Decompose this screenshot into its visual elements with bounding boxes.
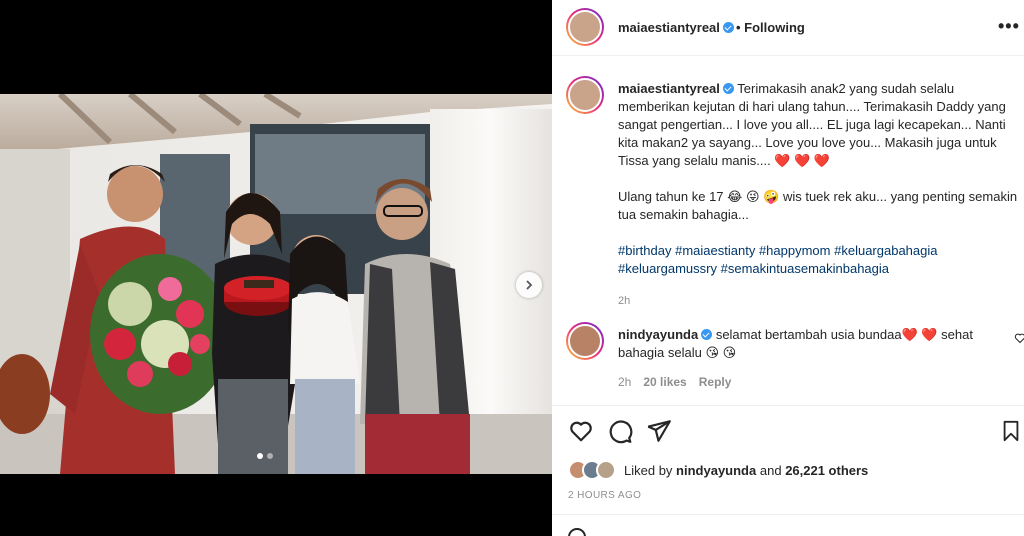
- caption-hearts: ❤️ ❤️ ❤️: [774, 153, 831, 168]
- emoji-icon[interactable]: [568, 528, 586, 536]
- hashtag-link[interactable]: #keluargamussry: [618, 261, 717, 276]
- caption-emoji: 😂 😜 🤪: [727, 189, 780, 204]
- hashtags: #birthday #maiaestianty #happymom #kelua…: [618, 242, 1020, 278]
- comment-likes[interactable]: 20 likes: [643, 375, 686, 389]
- share-icon[interactable]: [646, 418, 672, 444]
- commenter-avatar[interactable]: [566, 322, 604, 360]
- comment-reply-button[interactable]: Reply: [699, 375, 732, 389]
- verified-badge-icon: [722, 83, 734, 94]
- comment-heart-icon[interactable]: [1014, 332, 1024, 344]
- comment-text-a: selamat bertambah usia bundaa: [715, 327, 902, 342]
- caption-time: 2h: [618, 295, 631, 307]
- divider: [552, 514, 1024, 515]
- likes-middle: and: [759, 462, 782, 478]
- likes-count[interactable]: 26,221 others: [785, 463, 868, 478]
- verified-badge-icon: [701, 329, 713, 340]
- more-options-icon[interactable]: •••: [998, 16, 1020, 37]
- hashtag-link[interactable]: #happymom: [759, 243, 831, 258]
- comment-hearts: ❤️ ❤️: [901, 327, 938, 342]
- verified-badge-icon: [722, 22, 734, 33]
- heart-icon[interactable]: [568, 418, 594, 444]
- likes-user[interactable]: nindyayunda: [676, 463, 756, 478]
- author-username[interactable]: maiaestiantyreal: [618, 20, 734, 35]
- hashtag-link[interactable]: #maiaestianty: [675, 243, 755, 258]
- post-header: maiaestiantyreal • Following •••: [552, 0, 1024, 56]
- hashtag-link[interactable]: #keluargabahagia: [834, 243, 937, 258]
- post-sidebar: maiaestiantyreal • Following ••• maiaest…: [552, 0, 1024, 536]
- hashtag-link[interactable]: #semakintuasemakinbahagia: [721, 261, 889, 276]
- carousel-dot: [267, 453, 273, 459]
- comment-icon[interactable]: [607, 418, 633, 444]
- post-actions: [552, 405, 1024, 455]
- bookmark-icon[interactable]: [1000, 418, 1022, 444]
- follow-status-label: Following: [744, 20, 805, 35]
- comment-meta: 2h 20 likes Reply: [618, 375, 731, 389]
- follow-status[interactable]: • Following: [736, 20, 805, 35]
- carousel-next-button[interactable]: [516, 272, 542, 298]
- caption-username[interactable]: maiaestiantyreal: [618, 81, 720, 96]
- caption-avatar[interactable]: [566, 76, 604, 114]
- carousel-indicator: [257, 453, 273, 459]
- post-date[interactable]: 2 HOURS AGO: [568, 490, 641, 501]
- family-birthday-photo: [0, 94, 552, 474]
- hashtag-link[interactable]: #birthday: [618, 243, 671, 258]
- liker-avatar[interactable]: [596, 460, 616, 480]
- post-photo: [0, 94, 552, 474]
- likes-summary: Liked by nindyayunda and 26,221 others: [568, 460, 868, 480]
- carousel-dot-active: [257, 453, 263, 459]
- chevron-right-icon: [526, 280, 533, 290]
- likes-prefix: Liked by: [624, 462, 673, 478]
- author-avatar[interactable]: [566, 8, 604, 46]
- comment-time: 2h: [618, 375, 632, 389]
- caption-line2-a: Ulang tahun ke 17: [618, 189, 724, 204]
- commenter-username[interactable]: nindyayunda: [618, 327, 698, 342]
- post-media-pane: [0, 0, 552, 536]
- comment-emoji: 😘 😘: [705, 345, 737, 360]
